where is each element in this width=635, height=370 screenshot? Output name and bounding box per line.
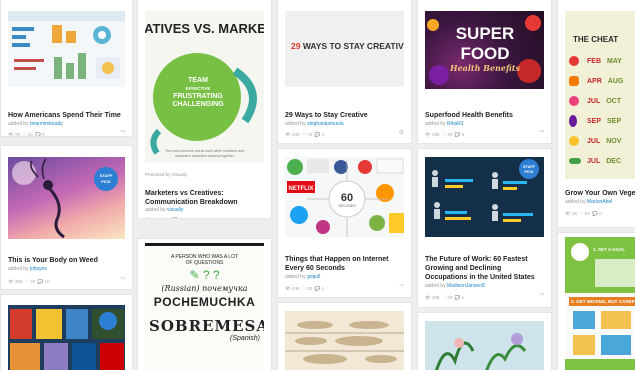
author-link[interactable]: gogull (307, 274, 320, 280)
fish-chart-art (285, 321, 404, 364)
thumb-caption: The most common words used when creative… (165, 149, 244, 158)
svg-text:PICK: PICK (524, 170, 533, 174)
card-how-americans[interactable]: How Americans Spend Their Time added by … (0, 0, 133, 137)
author-link[interactable]: stephankamuela (307, 121, 344, 127)
step2-label: 2. GET MOVING, BUT CAREFULLY (569, 297, 635, 306)
card-title[interactable]: Marketers vs Creatives: Communication Br… (145, 189, 265, 207)
radish-icon (569, 96, 579, 106)
card-thumbnail[interactable]: STAFF PICK (425, 157, 544, 237)
card-author-line: added by stephankamuela (285, 121, 344, 127)
card-author-line: added by visually (145, 207, 184, 213)
card-internet-60-seconds[interactable]: NETFLIX 60 SECONDS Things that Happen on… (277, 148, 412, 298)
veg-cheat-title: THE CHEAT (573, 35, 619, 44)
card-stats: 👁 06 ♡ 54 💬 0 (565, 211, 602, 216)
tomato-icon (569, 56, 579, 66)
card-title[interactable]: How Americans Spend Their Time (8, 111, 126, 120)
card-title[interactable]: 29 Ways to Stay Creative (285, 111, 405, 120)
card-thumbnail[interactable] (8, 305, 125, 370)
future-of-work-art: STAFF PICK (432, 159, 539, 222)
card-grow-vegetable[interactable]: THE CHEAT FEB MAY APR AUG JUL OCT SEP SEP JU… (557, 0, 635, 228)
svg-text:SECONDS: SECONDS (338, 204, 356, 208)
share-icon[interactable]: ⤳ (120, 276, 125, 283)
card-title[interactable]: Things that Happen on Internet Every 60 … (285, 255, 405, 273)
card-stats: 👁 78 ♡ 24 💬 0 (8, 132, 45, 137)
pepper-icon (569, 76, 579, 86)
card-title[interactable]: Superfood Health Benefits (425, 111, 545, 120)
card-stats: 👁 398 ♡ 48 💬 0 (425, 132, 465, 137)
card-stay-creative[interactable]: 29 WAYS TO STAY CREATIVE 29 Ways to Stay… (277, 0, 412, 144)
card-author-line: added by RihaR1 (425, 121, 464, 127)
share-icon[interactable]: ⤳ (399, 283, 404, 290)
infographic-grid: How Americans Spend Their Time added by … (0, 0, 635, 370)
card-title[interactable]: The Future of Work: 60 Fastest Growing a… (425, 255, 545, 282)
author-link[interactable]: RihaR1 (447, 121, 464, 127)
promoted-label: Promoted by Visually (145, 172, 188, 177)
bacteria-art (435, 333, 527, 370)
americans-infographic (8, 11, 125, 79)
card-thumbnail[interactable]: SUPER FOOD Health Benefits (425, 11, 544, 89)
weed-figure-art: STAFF PICK (12, 158, 118, 239)
card-thumbnail[interactable]: 29 WAYS TO STAY CREATIVE (285, 11, 404, 87)
card-author-line: added by MarionAbel (565, 199, 613, 205)
share-icon[interactable]: ⤳ (539, 292, 544, 299)
eggplant-icon (569, 115, 577, 127)
step1-label: 1. SET A GOAL (593, 247, 626, 252)
superfood-art: SUPER FOOD Health Benefits (427, 15, 541, 85)
card-thumbnail[interactable]: THE CHEAT FEB MAY APR AUG JUL OCT SEP SEP JU… (565, 11, 635, 179)
svg-text:60: 60 (341, 192, 353, 204)
card-title[interactable]: This is Your Body on Weed (8, 256, 126, 265)
card-stats: 👁 305 ♡ 40 💬 10 (8, 279, 50, 284)
card-stats: 👁 108 ♡ 33 💬 1 (425, 295, 465, 300)
card-stacked-posters[interactable] (0, 294, 133, 370)
share-icon[interactable]: ⚙ (399, 129, 404, 136)
share-icon[interactable]: ⤳ (539, 129, 544, 136)
svg-text:STAFF: STAFF (523, 165, 536, 169)
cucumber-icon (569, 158, 581, 164)
card-stats: 👁 50 ♡ 93 💬 1 (145, 217, 182, 218)
card-title[interactable]: Grow Your Own Vegetable (565, 189, 635, 198)
onion-icon (569, 136, 579, 146)
thumb-words: TEAM EFFECTIVE FRUSTRATING CHALLENGING (172, 77, 224, 108)
card-thumbnail[interactable]: A PERSON WHO WAS A LOT OF QUESTIONS ✎ ? … (145, 243, 264, 370)
author-link[interactable]: MadisonJansen8 (447, 283, 485, 289)
author-link[interactable]: MarionAbel (587, 199, 612, 205)
lettering-art: A PERSON WHO WAS A LOT OF QUESTIONS ✎ ? … (149, 254, 264, 342)
card-thumbnail[interactable]: 1. SET A GOAL 2. GET MOVING, BUT CAREFUL… (565, 237, 635, 370)
card-fish-chart[interactable] (277, 302, 412, 370)
card-superfood[interactable]: SUPER FOOD Health Benefits Superfood Hea… (417, 0, 552, 144)
author-link[interactable]: brianmmkeady (30, 121, 63, 127)
card-body-on-weed[interactable]: STAFF PICK This is Your Body on Weed add… (0, 145, 133, 290)
card-thumbnail[interactable] (285, 311, 404, 370)
svg-text:ATIVES VS. MARKE: ATIVES VS. MARKE (145, 21, 264, 36)
card-thumbnail[interactable] (425, 321, 544, 370)
card-thumbnail[interactable]: ATIVES VS. MARKE TEAM EFFECTIVE FRUSTRAT… (145, 11, 264, 163)
card-thumbnail[interactable]: STAFF PICK (8, 157, 125, 239)
card-author-line: added by MadisonJansen8 (425, 283, 485, 289)
svg-text:SUPER: SUPER (456, 24, 515, 43)
movie-posters-art (10, 309, 124, 370)
card-thumbnail[interactable] (8, 11, 125, 87)
internet-logos-art: NETFLIX 60 SECONDS (287, 158, 404, 237)
svg-text:Health Benefits: Health Benefits (449, 63, 520, 73)
card-author-line: added by jobsyes (8, 266, 47, 272)
card-author-line: added by brianmmkeady (8, 121, 63, 127)
share-icon[interactable]: ⤳ (120, 129, 125, 136)
card-stats: 👁 446 ♡ 50 💬 1 (285, 286, 325, 291)
svg-text:PICK: PICK (101, 179, 111, 184)
author-link[interactable]: jobsyes (30, 266, 47, 272)
card-untranslatable-words[interactable]: A PERSON WHO WAS A LOT OF QUESTIONS ✎ ? … (137, 238, 272, 370)
author-link[interactable]: visually (167, 207, 183, 213)
svg-text:NETFLIX: NETFLIX (289, 186, 314, 192)
card-stats: 👁 430 ♡ 72 💬 0 (285, 132, 325, 137)
card-author-line: added by gogull (285, 274, 321, 280)
card-bacteria[interactable] (417, 312, 552, 370)
card-get-healthy[interactable]: 1. SET A GOAL 2. GET MOVING, BUT CAREFUL… (557, 232, 635, 370)
card-thumbnail[interactable]: NETFLIX 60 SECONDS (285, 157, 404, 237)
card-marketers-creatives[interactable]: ATIVES VS. MARKE TEAM EFFECTIVE FRUSTRAT… (137, 0, 272, 219)
svg-text:STAFF: STAFF (100, 173, 113, 178)
card-future-of-work[interactable]: STAFF PICK The Future of Work: 60 Fastes… (417, 148, 552, 308)
veg-rows: FEB MAY APR AUG JUL OCT SEP SEP JUL NOV JUL DE… (569, 51, 623, 171)
svg-text:FOOD: FOOD (460, 44, 509, 63)
thumb-headline: 29 WAYS TO STAY CREATIVE (291, 41, 404, 51)
